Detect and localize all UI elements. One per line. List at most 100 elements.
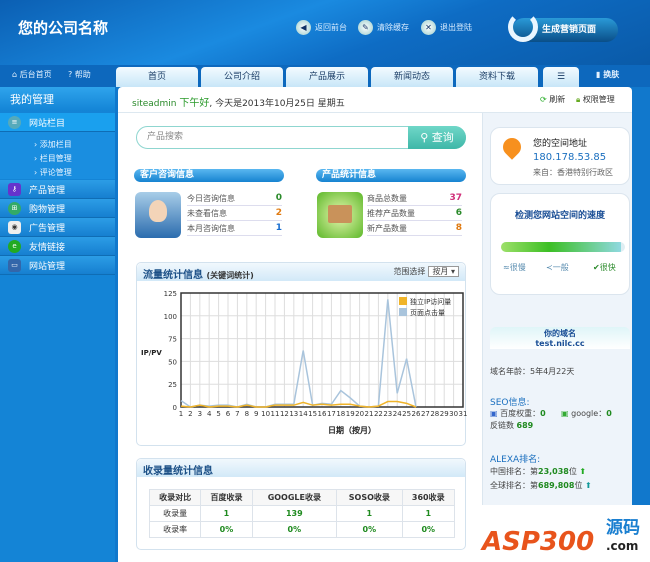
x-tick-label: 25	[402, 410, 411, 418]
tab-company[interactable]: 公司介绍	[201, 67, 283, 87]
sidebar-title: 我的管理	[0, 87, 115, 111]
clear-cache-button[interactable]: ✎ 清除缓存	[358, 20, 409, 35]
refresh-icon: ⟳	[540, 95, 547, 104]
x-tick-label: 24	[393, 410, 402, 418]
x-tick-label: 14	[299, 410, 308, 418]
product-list: 商品总数量 37 推荐产品数量 6 新产品数量 8	[367, 191, 462, 236]
domain-box: 你的域名 test.nilc.cc	[490, 327, 630, 349]
consult-row[interactable]: 本月咨询信息 1	[187, 221, 282, 236]
y-tick-label: 75	[168, 336, 177, 344]
x-tick-label: 13	[289, 410, 298, 418]
table-row: 收录量 1 139 1 1	[148, 505, 456, 522]
x-tick-label: 16	[318, 410, 327, 418]
sidebar-item-products[interactable]: ⚷ 产品管理	[0, 180, 115, 199]
legend-swatch	[399, 308, 407, 316]
table-row: 收录率 0% 0% 0% 0%	[148, 521, 456, 538]
customer-service-avatar	[135, 192, 181, 238]
x-tick-label: 18	[336, 410, 345, 418]
consult-row[interactable]: 未查看信息 2	[187, 206, 282, 221]
sidebar-item-site-manage[interactable]: ▭ 网站管理	[0, 256, 115, 275]
product-row[interactable]: 商品总数量 37	[367, 191, 462, 206]
y-tick-label: 100	[164, 313, 177, 321]
back-icon: ◀	[296, 20, 311, 35]
sidebar-sub-add-column[interactable]: › 添加栏目	[34, 139, 72, 150]
x-tick-label: 8	[245, 410, 249, 418]
tab-home[interactable]: 首页	[116, 67, 198, 87]
sidebar-item-links[interactable]: e 友情链接	[0, 237, 115, 256]
logout-button[interactable]: ✕ 退出登陆	[421, 20, 472, 35]
x-tick-label: 15	[308, 410, 317, 418]
x-tick-label: 21	[365, 410, 374, 418]
greeting: siteadmin 下午好, 今天是2013年10月25日 星期五	[132, 98, 345, 109]
turtle-icon: ≈	[503, 263, 510, 272]
shirt-icon: ▮	[596, 70, 601, 79]
x-tick-label: 3	[198, 410, 202, 418]
monitor-icon: ▭	[8, 258, 21, 272]
speed-bar	[501, 242, 625, 252]
lock-icon: 🔒︎	[576, 95, 581, 104]
tab-downloads[interactable]: 资料下载	[456, 67, 538, 87]
x-tick-label: 31	[459, 410, 467, 418]
server-ip: 180.178.53.85	[533, 152, 607, 163]
range-select[interactable]: 范围选择 按月 ▾	[393, 266, 459, 277]
search-button[interactable]: ⚲ 查询	[408, 126, 466, 149]
product-stats-title: 产品统计信息	[316, 169, 466, 182]
x-tick-label: 17	[327, 410, 336, 418]
traffic-panel: 流量统计信息 (关键词统计) 范围选择 按月 ▾ 1 2 3 4 5 6 7 8 9 10 11 12 1…	[136, 262, 467, 446]
consult-row[interactable]: 今日咨询信息 0	[187, 191, 282, 206]
list-icon: ☰	[556, 72, 566, 82]
box-icon	[317, 192, 363, 238]
up-arrow-icon: ⬆	[579, 467, 587, 476]
series-line	[180, 400, 417, 408]
sidebar-item-site-columns[interactable]: ≡ 网站栏目	[0, 113, 115, 132]
help-link[interactable]: ? 帮助	[68, 69, 91, 80]
admin-home-link[interactable]: ⌂ 后台首页	[12, 69, 52, 80]
legend-label: 页面点击量	[410, 308, 445, 317]
x-tick-label: 20	[355, 410, 364, 418]
back-to-front-button[interactable]: ◀ 返回前台	[296, 20, 347, 35]
refresh-button[interactable]: ⟳ 刷新	[540, 94, 565, 105]
x-tick-label: 19	[346, 410, 355, 418]
traffic-chart: 1 2 3 4 5 6 7 8 9 10 11 12 13 14 15 16 17 18 19 20 21 22 23 24 2…	[141, 290, 467, 435]
index-title: 收录量统计信息	[137, 459, 465, 477]
search-icon: ⚲	[420, 131, 429, 144]
x-tick-label: 23	[383, 410, 392, 418]
film-icon: ◉	[8, 220, 21, 234]
generate-marketing-page-button[interactable]: 生成营销页面	[508, 12, 618, 42]
up-arrow-icon: ⬆	[584, 481, 592, 490]
consult-title: 客户咨询信息	[134, 169, 284, 182]
index-table: 收录对比 百度收录 GOOGLE收录 SOSO收录 360收录 收录量 1 139 1 1 收录…	[148, 489, 456, 538]
product-row[interactable]: 新产品数量 8	[367, 221, 462, 236]
legend-swatch	[399, 297, 407, 305]
list-icon: ≡	[8, 115, 21, 129]
permission-button[interactable]: 🔒︎ 权限管理	[576, 94, 615, 105]
bird-icon: ✔	[593, 263, 600, 272]
product-row[interactable]: 推荐产品数量 6	[367, 206, 462, 221]
key-icon: ⚷	[8, 182, 21, 196]
cart-icon: ⊞	[8, 201, 21, 215]
x-tick-label: 11	[271, 410, 280, 418]
space-address-card: 您的空间地址 180.178.53.85 来自：香港特别行政区	[490, 127, 630, 185]
traffic-header: 流量统计信息 (关键词统计) 范围选择 按月 ▾	[137, 263, 465, 281]
x-tick-label: 29	[440, 410, 449, 418]
skin-button[interactable]: ▮ 换肤	[596, 69, 619, 80]
sidebar-sub-comment-manage[interactable]: › 评论管理	[34, 167, 72, 178]
sidebar-sub-column-manage[interactable]: › 栏目管理	[34, 153, 72, 164]
x-tick-label: 27	[421, 410, 430, 418]
x-tick-label: 2	[188, 410, 192, 418]
x-axis-label: 日期（按月）	[328, 425, 376, 435]
x-tick-label: 5	[216, 410, 220, 418]
dog-icon: ≺	[546, 263, 553, 272]
broom-icon: ✎	[358, 20, 373, 35]
baidu-icon: ▣	[490, 409, 498, 418]
x-tick-label: 9	[254, 410, 258, 418]
tab-products[interactable]: 产品展示	[286, 67, 368, 87]
menu-list-button[interactable]: ☰	[543, 67, 579, 87]
sidebar-item-shopping[interactable]: ⊞ 购物管理	[0, 199, 115, 218]
legend-label: 独立IP访问量	[410, 297, 451, 306]
tab-news[interactable]: 新闻动态	[371, 67, 453, 87]
x-tick-label: 30	[449, 410, 458, 418]
y-tick-label: 125	[164, 290, 177, 298]
ie-icon: e	[8, 239, 21, 253]
sidebar-item-ads[interactable]: ◉ 广告管理	[0, 218, 115, 237]
